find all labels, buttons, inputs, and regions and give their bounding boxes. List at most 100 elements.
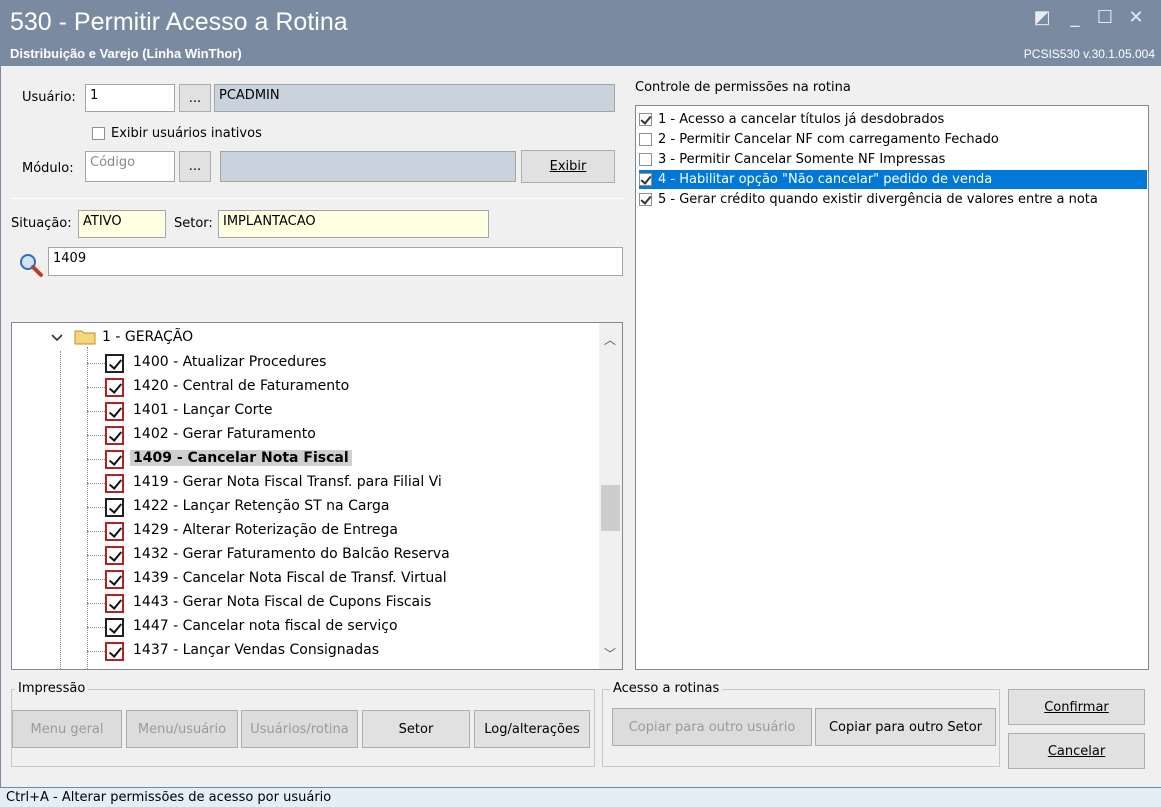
tree-item-checkbox[interactable]: [105, 546, 124, 565]
tree-item-label: 1439 - Cancelar Nota Fiscal de Transf. V…: [133, 570, 447, 586]
version-label: PCSIS530 v.30.1.05.004: [1023, 47, 1155, 61]
tree-connector: [87, 483, 105, 484]
usuarios-rotina-button[interactable]: Usuários/rotina: [241, 710, 358, 748]
user-code-input[interactable]: 1: [85, 84, 175, 112]
tree-connector: [87, 531, 105, 532]
tree-item-checkbox[interactable]: [105, 594, 124, 613]
module-code-input[interactable]: Código: [85, 151, 175, 182]
setor-button[interactable]: Setor: [362, 710, 470, 748]
permissions-list[interactable]: 1 - Acesso a cancelar títulos já desdobr…: [635, 105, 1149, 670]
user-name-field: PCADMIN: [214, 84, 615, 112]
maximize-icon[interactable]: ☐: [1092, 6, 1118, 30]
tree-item[interactable]: 1437 - Lançar Vendas Consignadas: [12, 639, 592, 663]
scroll-down-icon[interactable]: ﹀: [604, 645, 616, 662]
menu-geral-button[interactable]: Menu geral: [12, 710, 122, 748]
tree-item-checkbox[interactable]: [105, 474, 124, 493]
tree-item[interactable]: 1401 - Lançar Corte: [12, 399, 592, 423]
sector-field: IMPLANTACAO: [218, 210, 489, 238]
tree-item-label: 1401 - Lançar Corte: [133, 402, 273, 418]
tree-item[interactable]: 1432 - Gerar Faturamento do Balcão Reser…: [12, 543, 592, 567]
tree-item[interactable]: 1400 - Atualizar Procedures: [12, 351, 592, 375]
window-subtitle: Distribuição e Varejo (Linha WinThor): [10, 46, 242, 61]
permission-checkbox[interactable]: [639, 193, 652, 206]
folder-icon: [74, 328, 96, 345]
tree-item[interactable]: 1447 - Cancelar nota fiscal de serviço: [12, 615, 592, 639]
tree-item[interactable]: 1439 - Cancelar Nota Fiscal de Transf. V…: [12, 567, 592, 591]
minimize-icon[interactable]: _: [1062, 6, 1088, 30]
sector-label: Setor:: [174, 216, 213, 231]
title-bar: 530 - Permitir Acesso a Rotina Distribui…: [0, 0, 1161, 66]
tree-item-label: 1443 - Gerar Nota Fiscal de Cupons Fisca…: [133, 594, 432, 610]
tree-item[interactable]: 1429 - Alterar Roterização de Entrega: [12, 519, 592, 543]
cancel-label: Cancelar: [1047, 743, 1106, 759]
permission-label: 4 - Habilitar opção "Não cancelar" pedid…: [658, 172, 993, 187]
tree-connector: [87, 363, 105, 364]
show-button[interactable]: Exibir: [521, 150, 615, 183]
log-button[interactable]: Log/alterações: [474, 710, 590, 748]
tree-item-checkbox[interactable]: [105, 426, 124, 445]
permission-item[interactable]: 1 - Acesso a cancelar títulos já desdobr…: [639, 110, 1147, 129]
show-inactive-label: Exibir usuários inativos: [111, 126, 262, 141]
tree-item-checkbox[interactable]: [105, 522, 124, 541]
permission-checkbox[interactable]: [639, 133, 652, 146]
copy-user-button[interactable]: Copiar para outro usuário: [612, 708, 812, 746]
tree-item[interactable]: 1402 - Gerar Faturamento: [12, 423, 592, 447]
permission-item[interactable]: 4 - Habilitar opção "Não cancelar" pedid…: [639, 170, 1147, 189]
restore-icon[interactable]: ◩: [1029, 6, 1055, 30]
tree-scroll-thumb[interactable]: [601, 485, 620, 531]
routine-tree[interactable]: 1 - GERAÇÃO 1400 - Atualizar Procedures 1…: [11, 322, 623, 670]
permission-checkbox[interactable]: [639, 173, 652, 186]
print-group-title: Impressão: [15, 681, 89, 696]
tree-item-label: 1419 - Gerar Nota Fiscal Transf. para Fi…: [133, 474, 442, 490]
log-label: Log/alterações: [484, 721, 580, 737]
tree-item-checkbox[interactable]: [105, 354, 124, 373]
scroll-up-icon[interactable]: ︿: [604, 331, 616, 348]
tree-item-checkbox[interactable]: [105, 378, 124, 397]
cancel-button[interactable]: Cancelar: [1008, 733, 1145, 769]
permission-checkbox[interactable]: [639, 153, 652, 166]
tree-folder-label: 1 - GERAÇÃO: [102, 329, 194, 345]
user-label: Usuário:: [22, 90, 76, 105]
module-lookup-button[interactable]: ...: [179, 151, 211, 182]
permission-label: 1 - Acesso a cancelar títulos já desdobr…: [658, 112, 945, 127]
permission-checkbox[interactable]: [639, 113, 652, 126]
show-inactive-checkbox[interactable]: [92, 127, 105, 140]
tree-connector: [87, 411, 105, 412]
menu-usuario-label: Menu/usuário: [137, 721, 227, 737]
tree-connector: [87, 603, 105, 604]
tree-item[interactable]: 1443 - Gerar Nota Fiscal de Cupons Fisca…: [12, 591, 592, 615]
permission-label: 5 - Gerar crédito quando existir divergê…: [658, 192, 1098, 207]
copy-sector-button[interactable]: Copiar para outro Setor: [815, 708, 996, 746]
tree-item[interactable]: 1419 - Gerar Nota Fiscal Transf. para Fi…: [12, 471, 592, 495]
user-lookup-button[interactable]: ...: [179, 84, 211, 112]
copy-sector-label: Copiar para outro Setor: [828, 719, 983, 735]
magnifier-icon[interactable]: [18, 252, 44, 278]
permission-item[interactable]: 5 - Gerar crédito quando existir divergê…: [639, 190, 1147, 209]
close-icon[interactable]: ✕: [1123, 6, 1149, 30]
permissions-title: Controle de permissões na rotina: [635, 80, 851, 95]
collapse-chevron-icon[interactable]: [51, 332, 63, 342]
tree-item[interactable]: 1420 - Central de Faturamento: [12, 375, 592, 399]
tree-item-label: 1429 - Alterar Roterização de Entrega: [133, 522, 399, 538]
module-label: Módulo:: [22, 161, 74, 176]
confirm-button[interactable]: Confirmar: [1008, 689, 1145, 725]
tree-item[interactable]: 1422 - Lançar Retenção ST na Carga: [12, 495, 592, 519]
tree-item-checkbox[interactable]: [105, 618, 124, 637]
search-input[interactable]: 1409: [48, 247, 623, 276]
tree-connector: [87, 651, 105, 652]
menu-usuario-button[interactable]: Menu/usuário: [126, 710, 238, 748]
show-inactive-option[interactable]: Exibir usuários inativos: [92, 126, 262, 141]
tree-item-checkbox[interactable]: [105, 570, 124, 589]
permission-item[interactable]: 2 - Permitir Cancelar NF com carregament…: [639, 130, 1147, 149]
tree-item-checkbox[interactable]: [105, 498, 124, 517]
tree-connector: [87, 459, 105, 460]
tree-item-checkbox[interactable]: [105, 642, 124, 661]
tree-item-label: 1437 - Lançar Vendas Consignadas: [133, 642, 379, 658]
permission-item[interactable]: 3 - Permitir Cancelar Somente NF Impress…: [639, 150, 1147, 169]
confirm-label: Confirmar: [1044, 699, 1109, 715]
tree-item[interactable]: 1409 - Cancelar Nota Fiscal: [12, 447, 592, 471]
situation-label: Situação:: [11, 216, 72, 231]
tree-item-checkbox[interactable]: [105, 450, 124, 469]
tree-item-checkbox[interactable]: [105, 402, 124, 421]
setor-label: Setor: [398, 721, 434, 737]
